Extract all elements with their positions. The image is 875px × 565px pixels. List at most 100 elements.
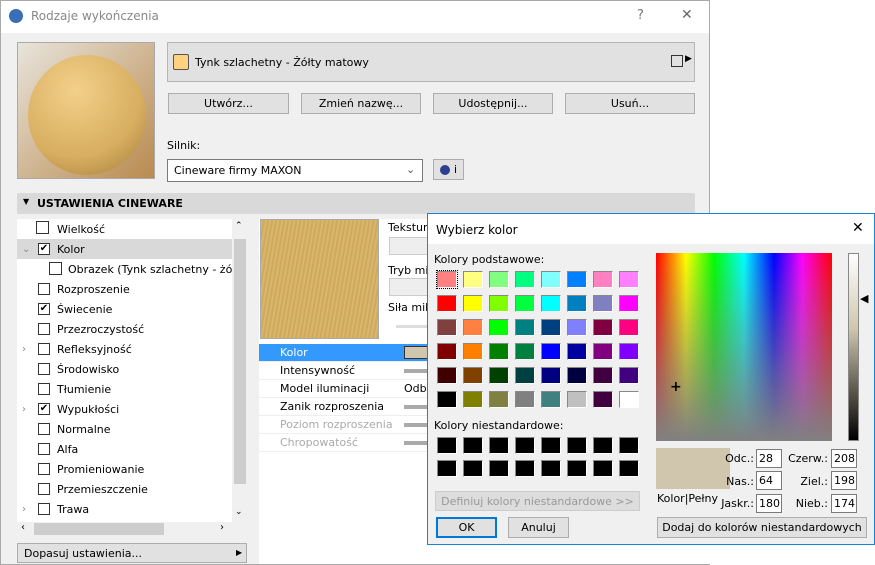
basic-color-swatch[interactable] [593,319,613,336]
property-slider[interactable] [404,441,429,445]
basic-color-swatch[interactable] [489,367,509,384]
basic-color-swatch[interactable] [541,391,561,408]
basic-color-swatch[interactable] [619,367,639,384]
tree-item[interactable]: Rozproszenie [17,279,232,299]
horizontal-scrollbar[interactable]: ‹ › [17,522,232,536]
checkbox[interactable] [38,503,50,515]
basic-color-swatch[interactable] [515,319,535,336]
property-slider[interactable] [404,423,429,427]
checkbox[interactable] [38,423,50,435]
expander-icon[interactable]: › [22,344,26,355]
checkbox[interactable] [38,383,50,395]
help-button[interactable]: ? [637,8,644,23]
basic-color-swatch[interactable] [593,367,613,384]
section-header[interactable]: ▼ USTAWIENIA CINEWARE [17,193,695,214]
custom-color-swatch[interactable] [567,460,587,477]
tree-item[interactable]: › Trawa [17,499,232,519]
checkbox[interactable] [38,343,50,355]
color-dialog-close-button[interactable]: ✕ [852,220,864,236]
custom-color-swatch[interactable] [437,437,457,454]
basic-color-swatch[interactable] [567,271,587,288]
property-row[interactable]: Model iluminacji Odb [259,380,429,398]
basic-color-swatch[interactable] [489,295,509,312]
basic-color-swatch[interactable] [463,295,483,312]
basic-color-swatch[interactable] [463,343,483,360]
adjust-settings-button[interactable]: Dopasuj ustawienia... ▶ [17,543,247,563]
custom-color-swatch[interactable] [489,460,509,477]
custom-color-swatch[interactable] [567,437,587,454]
basic-color-swatch[interactable] [515,343,535,360]
basic-color-swatch[interactable] [489,319,509,336]
tree-item[interactable]: Normalne [17,419,232,439]
tree-item[interactable]: Alfa [17,439,232,459]
checkbox[interactable] [38,463,50,475]
expander-icon[interactable]: ⌄ [22,244,30,255]
vertical-scrollbar[interactable]: ⌃ ⌄ [232,219,247,522]
basic-color-swatch[interactable] [541,343,561,360]
cancel-button[interactable]: Anuluj [508,517,569,538]
custom-color-swatch[interactable] [489,437,509,454]
basic-color-swatch[interactable] [567,367,587,384]
basic-color-swatch[interactable] [515,271,535,288]
basic-color-swatch[interactable] [463,391,483,408]
tree-item[interactable]: Tłumienie [17,379,232,399]
color-spectrum[interactable]: + [656,253,832,441]
basic-color-swatch[interactable] [567,391,587,408]
basic-color-swatch[interactable] [619,295,639,312]
tree-item[interactable]: ⌄ ✔ Kolor [17,239,232,259]
property-row[interactable]: Poziom rozproszenia [259,416,429,434]
tree-item[interactable]: Przezroczystość [17,319,232,339]
scroll-down-icon[interactable]: ⌄ [235,507,243,517]
basic-color-swatch[interactable] [541,367,561,384]
property-row[interactable]: Kolor [259,344,429,362]
tree-item[interactable]: › ✔ Wypukłości [17,399,232,419]
property-row[interactable]: Zanik rozproszenia [259,398,429,416]
tree-item[interactable]: Obrazek (Tynk szlachetny - żółty [17,259,232,279]
scrollbar-thumb[interactable] [234,239,246,484]
basic-color-swatch[interactable] [489,343,509,360]
basic-color-swatch[interactable] [541,271,561,288]
basic-color-swatch[interactable] [619,319,639,336]
basic-color-swatch[interactable] [463,271,483,288]
basic-color-swatch[interactable] [489,271,509,288]
hscroll-thumb[interactable] [34,523,164,535]
close-button[interactable]: ✕ [681,7,693,23]
tree-item[interactable]: Przemieszczenie [17,479,232,499]
basic-color-swatch[interactable] [463,319,483,336]
add-custom-color-button[interactable]: Dodaj do kolorów niestandardowych [657,517,867,538]
checkbox[interactable]: ✔ [38,243,50,255]
custom-color-swatch[interactable] [541,460,561,477]
green-field[interactable]: 198 [831,471,857,490]
basic-color-swatch[interactable] [437,391,457,408]
basic-color-swatch[interactable] [619,391,639,408]
micro-strength-slider[interactable] [396,325,429,328]
basic-color-swatch[interactable] [437,367,457,384]
create-button[interactable]: Utwórz... [168,93,289,114]
define-custom-colors-button[interactable]: Definiuj kolory niestandardowe >> [435,491,640,511]
basic-color-swatch[interactable] [567,319,587,336]
custom-color-swatch[interactable] [541,437,561,454]
basic-color-swatch[interactable] [541,319,561,336]
red-field[interactable]: 208 [831,449,857,468]
checkbox[interactable]: ✔ [38,403,50,415]
basic-color-swatch[interactable] [593,295,613,312]
property-slider[interactable] [404,405,429,409]
checkbox[interactable] [38,323,50,335]
micro-mode-field[interactable] [389,278,429,296]
basic-color-swatch[interactable] [541,295,561,312]
engine-select[interactable]: Cineware firmy MAXON ⌄ [167,159,423,182]
basic-color-swatch[interactable] [619,271,639,288]
checkbox[interactable]: ✔ [38,303,50,315]
custom-color-swatch[interactable] [463,460,483,477]
basic-color-swatch[interactable] [567,343,587,360]
basic-color-swatch[interactable] [437,319,457,336]
checkbox[interactable] [38,283,50,295]
basic-color-swatch[interactable] [515,295,535,312]
basic-color-swatch[interactable] [619,343,639,360]
custom-color-swatch[interactable] [515,460,535,477]
texture-field[interactable] [389,237,429,255]
basic-color-swatch[interactable] [567,295,587,312]
property-slider[interactable] [404,369,429,373]
basic-color-swatch[interactable] [463,367,483,384]
tree-item[interactable]: Promieniowanie [17,459,232,479]
